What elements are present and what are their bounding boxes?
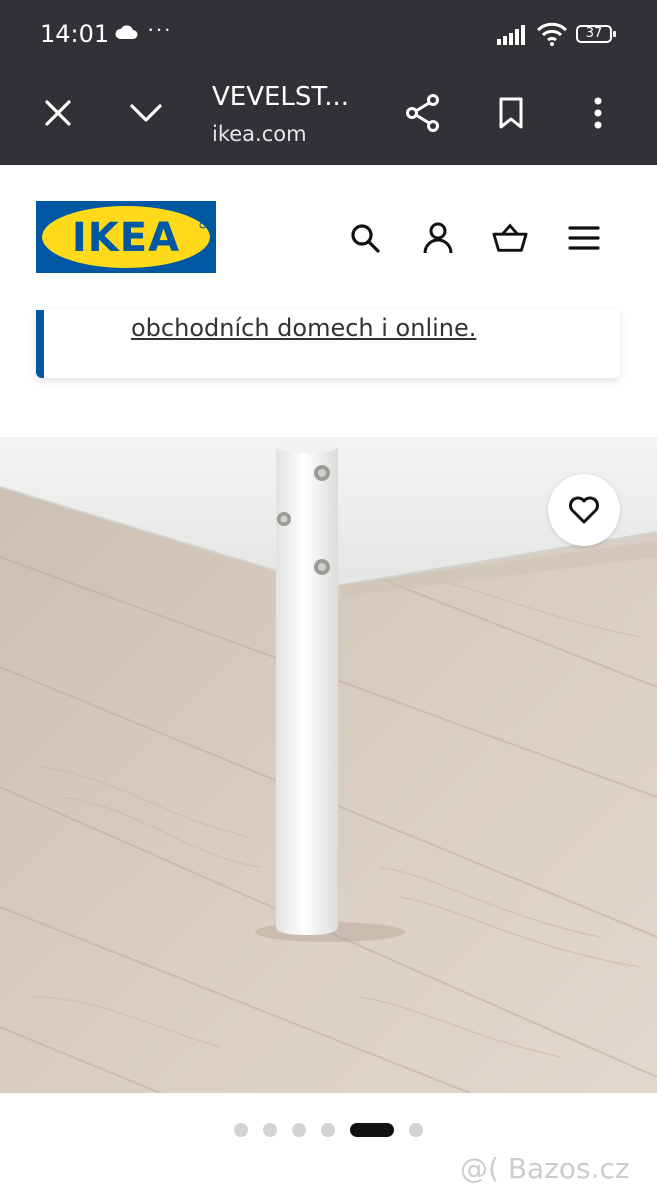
battery-level: 37 — [585, 26, 603, 41]
menu-button[interactable] — [566, 220, 602, 256]
wifi-icon — [536, 22, 568, 51]
bookmark-button[interactable] — [488, 90, 534, 136]
battery-icon: 37 — [576, 25, 616, 43]
user-icon — [423, 222, 453, 254]
close-button[interactable] — [35, 90, 81, 136]
favorite-button[interactable] — [548, 474, 620, 546]
bookmark-icon — [499, 97, 523, 129]
hamburger-icon — [568, 226, 600, 250]
status-overflow-dots: ··· — [147, 16, 172, 41]
search-icon — [351, 224, 380, 253]
share-button[interactable] — [400, 90, 446, 136]
heart-icon — [569, 496, 599, 524]
info-notice: obchodních domech i online. — [36, 310, 620, 378]
site-header: IKEA — [0, 165, 657, 310]
status-bar: 14:01 ··· 37 — [0, 0, 657, 70]
collapse-button[interactable] — [123, 90, 169, 136]
notice-link[interactable]: obchodních domech i online. — [131, 314, 476, 342]
basket-button[interactable] — [492, 220, 528, 256]
browser-top-bar: 14:01 ··· 37 VEVELST... ikea.com — [0, 0, 657, 165]
ikea-logo[interactable]: IKEA — [36, 201, 216, 273]
carousel-indicator — [0, 1118, 657, 1142]
cloud-icon — [114, 24, 138, 45]
account-button[interactable] — [420, 220, 456, 256]
more-options-button[interactable] — [575, 90, 621, 136]
signal-icon — [497, 25, 527, 50]
share-icon — [406, 94, 439, 132]
watermark: @( Bazos.cz — [460, 1152, 630, 1185]
basket-icon — [492, 223, 528, 252]
logo-text: IKEA — [72, 215, 180, 261]
search-button[interactable] — [347, 220, 383, 256]
more-vert-icon — [594, 97, 602, 129]
status-time: 14:01 — [40, 20, 110, 48]
carousel-dot[interactable] — [234, 1123, 248, 1137]
carousel-dot[interactable] — [321, 1123, 335, 1137]
close-icon — [45, 100, 71, 126]
page-url: ikea.com — [212, 122, 307, 146]
page-title: VEVELST... — [212, 82, 350, 112]
carousel-dot-active[interactable] — [350, 1123, 394, 1137]
ikea-logo-graphic: IKEA — [36, 201, 216, 273]
carousel-dot[interactable] — [263, 1123, 277, 1137]
carousel-dot[interactable] — [292, 1123, 306, 1137]
carousel-dot[interactable] — [409, 1123, 423, 1137]
chevron-down-icon — [130, 104, 162, 122]
